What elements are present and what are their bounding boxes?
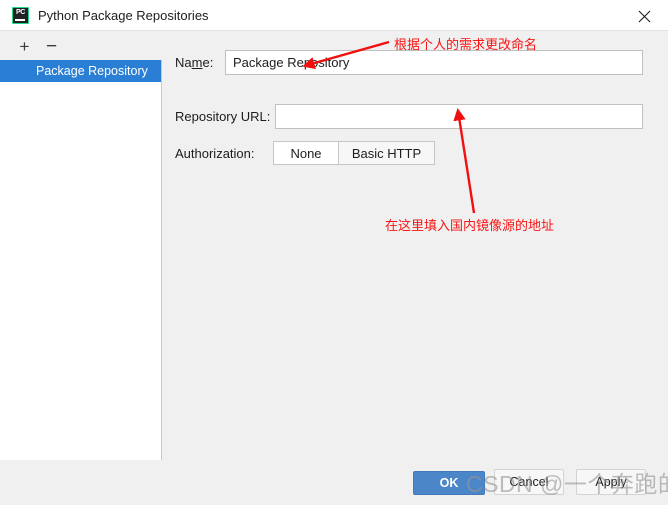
ok-button[interactable]: OK (413, 471, 485, 495)
close-icon[interactable] (622, 0, 668, 30)
remove-repository-button[interactable]: − (41, 36, 62, 57)
title-bar: PC Python Package Repositories (0, 0, 668, 31)
name-label-prefix: Na (175, 55, 192, 70)
annotation-arrow-url (453, 107, 476, 214)
window-title: Python Package Repositories (38, 8, 209, 23)
apply-button[interactable]: Apply (576, 469, 646, 495)
name-input[interactable] (225, 50, 643, 75)
pycharm-icon-text: PC (15, 9, 26, 16)
authorization-option-none[interactable]: None (273, 141, 339, 165)
authorization-option-basic-http[interactable]: Basic HTTP (338, 141, 435, 165)
add-repository-button[interactable]: + (14, 36, 35, 57)
cancel-button[interactable]: Cancel (494, 469, 564, 495)
python-package-repositories-dialog: PC Python Package Repositories + − Packa… (0, 0, 668, 505)
authorization-label: Authorization: (175, 146, 255, 161)
repository-url-input[interactable] (275, 104, 643, 129)
list-item[interactable]: Package Repository (0, 60, 161, 82)
pycharm-icon: PC (12, 7, 29, 24)
name-label-suffix: e: (202, 55, 214, 70)
name-label-mnemonic: m (191, 55, 203, 70)
pycharm-icon-bar (15, 19, 25, 21)
annotation-name-note: 根据个人的需求更改命名 (394, 37, 538, 52)
list-item-label: Package Repository (36, 64, 148, 78)
repository-list: Package Repository (0, 60, 162, 460)
annotation-url-note: 在这里填入国内镜像源的地址 (385, 218, 555, 233)
name-label: Name: (175, 54, 213, 71)
repository-url-label: Repository URL: (175, 109, 271, 124)
list-toolbar: + − (0, 33, 162, 60)
